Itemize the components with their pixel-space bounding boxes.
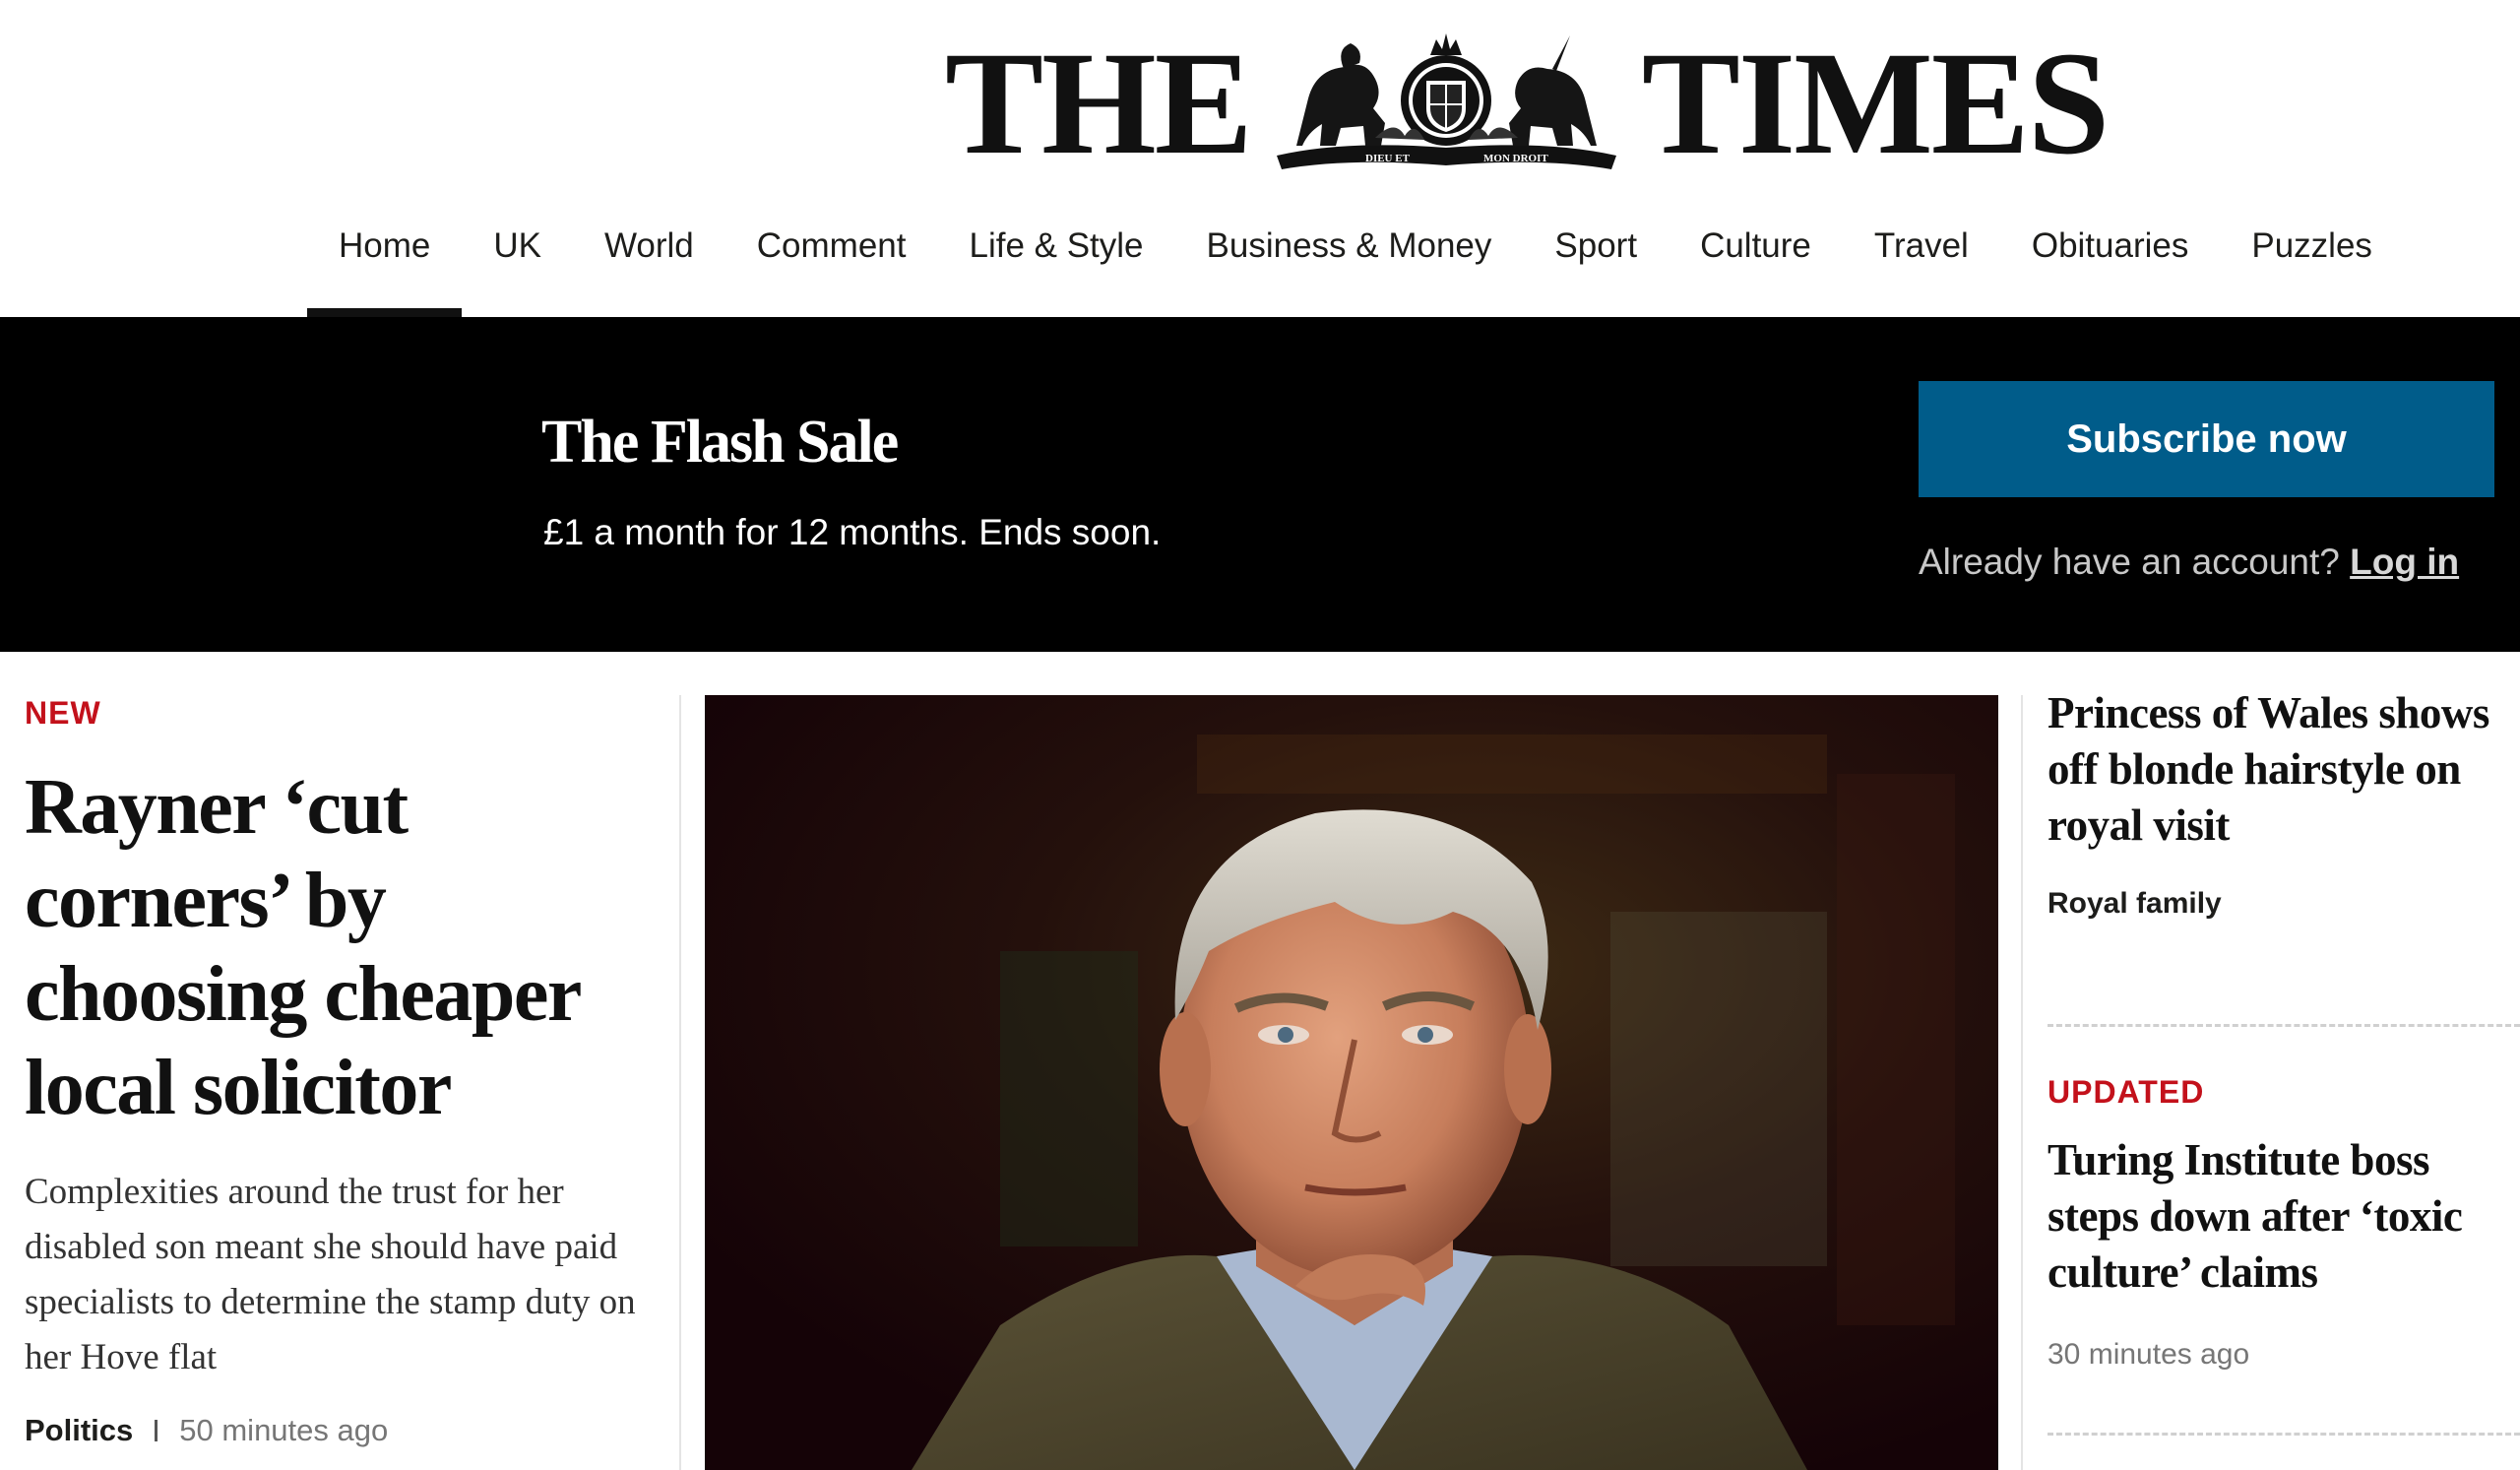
- side-timestamp: 30 minutes ago: [2048, 1338, 2250, 1371]
- updated-label: UPDATED: [2048, 1074, 2205, 1110]
- promo-subtitle: £1 a month for 12 months. Ends soon.: [543, 512, 1162, 552]
- lead-tag-politics[interactable]: Politics: [25, 1413, 133, 1448]
- nav-item-world[interactable]: World: [573, 207, 725, 317]
- main-nav: Home UK World Comment Life & Style Busin…: [307, 207, 2404, 317]
- lead-headline[interactable]: Rayner ‘cut corners’ by choosing cheaper…: [25, 761, 664, 1135]
- story-divider: [2048, 1433, 2520, 1436]
- hero-photo-portrait: [705, 695, 1998, 1470]
- royal-crest-icon: DIEU ET MON DROIT: [1276, 33, 1616, 169]
- nav-item-uk[interactable]: UK: [462, 207, 573, 317]
- account-prompt-text: Already have an account?: [1919, 542, 2340, 582]
- meta-divider: [155, 1420, 158, 1441]
- nav-item-culture[interactable]: Culture: [1669, 207, 1843, 317]
- side-tag-royal-family[interactable]: Royal family: [2048, 887, 2510, 921]
- column-divider-left: [679, 695, 681, 1470]
- new-label: NEW: [25, 695, 101, 731]
- nav-item-sport[interactable]: Sport: [1523, 207, 1669, 317]
- side-story-1: Princess of Wales shows off blonde hairs…: [2048, 685, 2510, 921]
- crest-motto-left: DIEU ET: [1365, 153, 1411, 164]
- masthead: THE DIEU ET MON DROIT TIMES Home UK Worl…: [0, 0, 2520, 317]
- hero-image[interactable]: [705, 695, 1998, 1470]
- story-divider: [2048, 1024, 2520, 1027]
- subscribe-now-button[interactable]: Subscribe now: [1919, 381, 2494, 497]
- side-headline-princess[interactable]: Princess of Wales shows off blonde hairs…: [2048, 685, 2510, 854]
- lead-timestamp: 50 minutes ago: [179, 1413, 389, 1447]
- nav-item-comment[interactable]: Comment: [725, 207, 938, 317]
- side-headline-turing[interactable]: Turing Institute boss steps down after ‘…: [2048, 1132, 2510, 1301]
- lead-standfirst: Complexities around the trust for her di…: [25, 1172, 636, 1377]
- nav-item-home[interactable]: Home: [307, 207, 463, 317]
- flash-sale-banner: The Flash Sale £1 a month for 12 months.…: [0, 317, 2520, 652]
- side-story-2: UPDATED Turing Institute boss steps down…: [2048, 1074, 2510, 1372]
- nav-item-puzzles[interactable]: Puzzles: [2220, 207, 2404, 317]
- side-stories: Princess of Wales shows off blonde hairs…: [2048, 685, 2520, 1436]
- nav-item-travel[interactable]: Travel: [1843, 207, 2000, 317]
- nav-item-obituaries[interactable]: Obituaries: [2000, 207, 2221, 317]
- crest-motto-right: MON DROIT: [1483, 153, 1548, 164]
- logo-word-times: TIMES: [1641, 22, 2110, 185]
- lead-story: NEW Rayner ‘cut corners’ by choosing che…: [25, 695, 664, 1448]
- promo-title: The Flash Sale: [541, 409, 899, 476]
- login-link[interactable]: Log in: [2350, 542, 2459, 582]
- nav-item-life-style[interactable]: Life & Style: [937, 207, 1174, 317]
- nav-item-business-money[interactable]: Business & Money: [1175, 207, 1524, 317]
- account-prompt: Already have an account? Log in: [1919, 542, 2459, 583]
- column-divider-right: [2021, 695, 2023, 1470]
- times-logo[interactable]: THE DIEU ET MON DROIT TIMES: [945, 22, 2110, 185]
- lead-meta: Politics 50 minutes ago: [25, 1413, 664, 1448]
- logo-word-the: THE: [945, 22, 1253, 185]
